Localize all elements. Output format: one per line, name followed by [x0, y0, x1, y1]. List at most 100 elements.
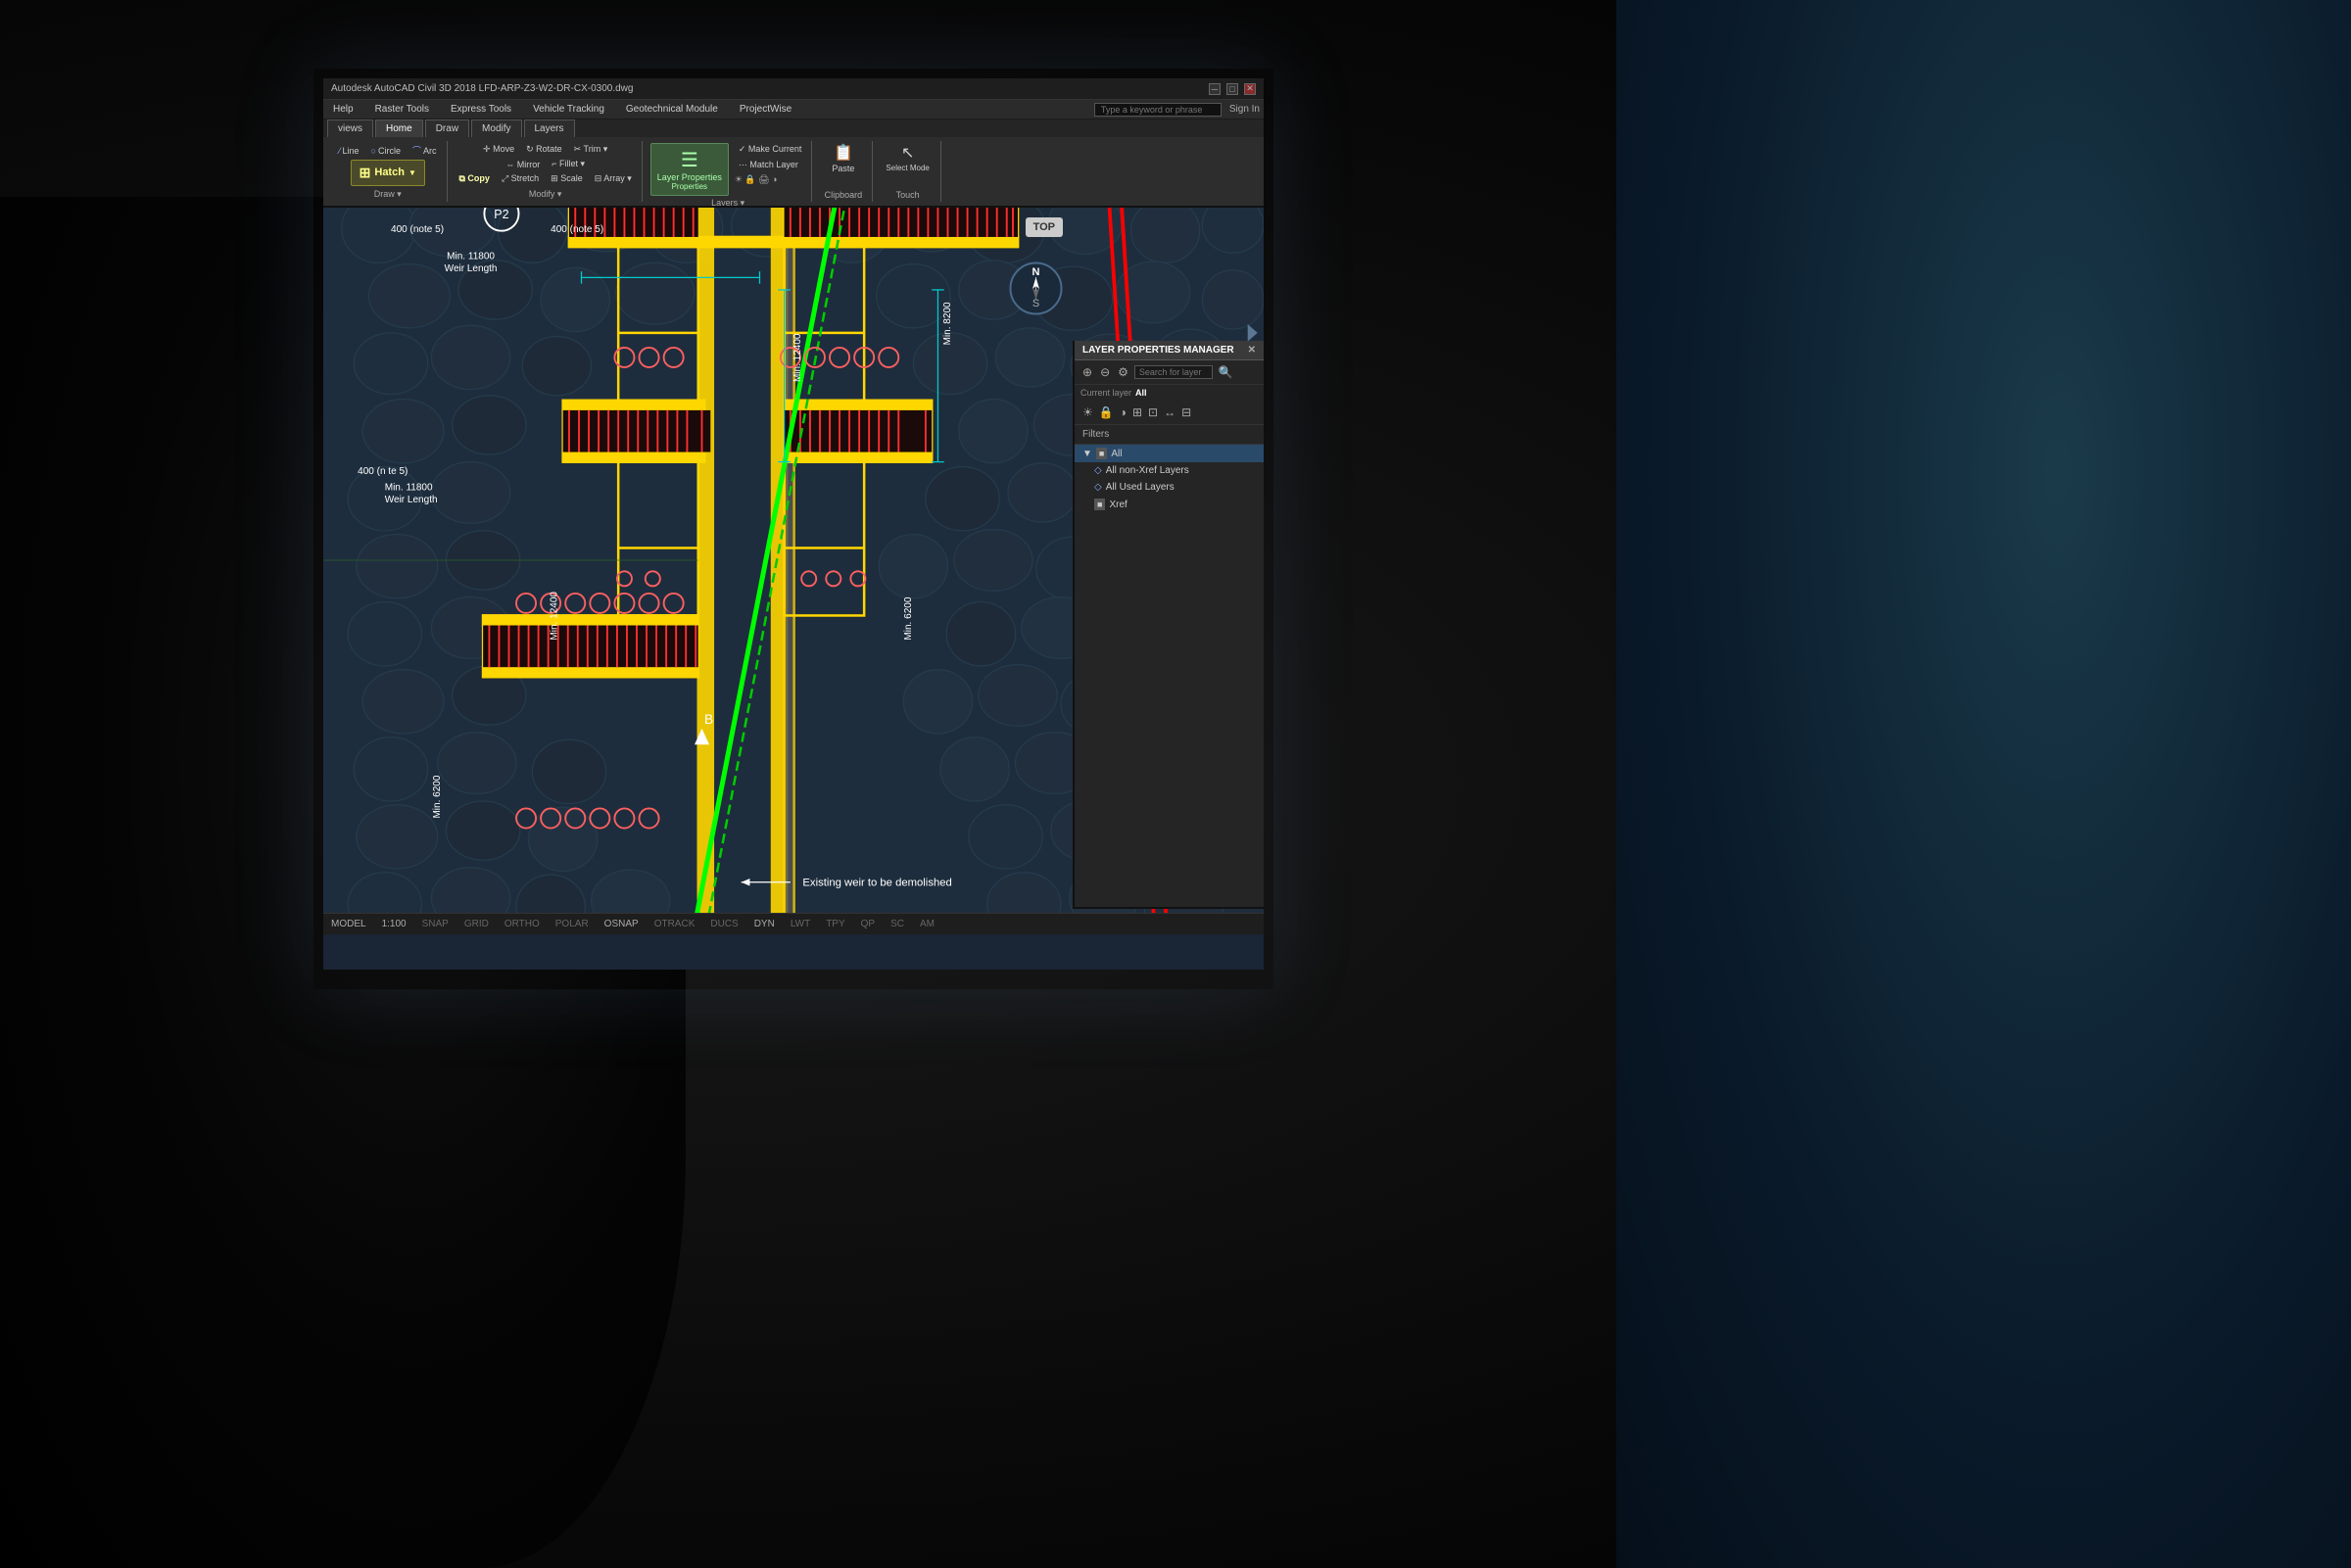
app-title: Autodesk AutoCAD Civil 3D 2018 LFD-ARP-Z…: [331, 83, 633, 94]
layer-delete-btn[interactable]: ⊖: [1098, 364, 1112, 380]
menu-geotechnical[interactable]: Geotechnical Module: [620, 102, 724, 117]
menu-projectwise[interactable]: ProjectWise: [734, 102, 797, 117]
fillet-button[interactable]: ⌐ Fillet ▾: [548, 158, 589, 170]
menu-express-tools[interactable]: Express Tools: [445, 102, 517, 117]
svg-text:P2: P2: [494, 208, 508, 221]
select-mode-button[interactable]: ↖ Select Mode: [881, 143, 934, 175]
lp-icon-2[interactable]: 🔒: [1097, 404, 1116, 420]
svg-text:Min. 12400: Min. 12400: [549, 592, 559, 641]
status-grid[interactable]: GRID: [464, 919, 489, 929]
modify-row-1: ✛ Move ↻ Rotate ✂ Trim ▾: [479, 143, 611, 156]
tab-modify[interactable]: Modify: [471, 119, 521, 137]
hatch-button[interactable]: ⊞ Hatch ▼: [351, 160, 425, 186]
status-am[interactable]: AM: [920, 919, 935, 929]
status-dyn[interactable]: DYN: [754, 919, 775, 929]
status-qp[interactable]: QP: [861, 919, 875, 929]
svg-text:Min. 12400: Min. 12400: [792, 333, 803, 382]
lp-icon-1[interactable]: ☀: [1080, 404, 1095, 420]
circle-button[interactable]: ○ Circle: [367, 145, 405, 157]
status-snap[interactable]: SNAP: [422, 919, 449, 929]
svg-text:Min. 11800: Min. 11800: [385, 482, 433, 493]
layer-properties-button[interactable]: ☰ Layer Properties Properties: [650, 143, 729, 196]
sign-in-label[interactable]: Sign In: [1229, 104, 1260, 115]
status-sc[interactable]: SC: [890, 919, 904, 929]
rotate-button[interactable]: ↻ Rotate: [522, 143, 566, 156]
status-tpy[interactable]: TPY: [826, 919, 844, 929]
status-ducs[interactable]: DUCS: [710, 919, 738, 929]
lp-icon-7[interactable]: ⊟: [1179, 404, 1193, 420]
move-button[interactable]: ✛ Move: [479, 143, 518, 156]
current-layer-bar: Current layer All: [1075, 385, 1264, 401]
layer-icons: ☀ 🔒 🖨 ◑: [735, 174, 778, 185]
layer-expand-icon: ▼: [1082, 449, 1092, 459]
svg-text:Existing weir to be demolished: Existing weir to be demolished: [802, 878, 951, 889]
lp-icon-6[interactable]: ↔: [1162, 404, 1177, 420]
status-lwt[interactable]: LWT: [791, 919, 810, 929]
layer-tree-xref[interactable]: ■ Xref: [1075, 496, 1264, 513]
layers-group-label: Layers ▾: [711, 198, 744, 208]
layer-new-btn[interactable]: ⊕: [1080, 364, 1094, 380]
layer-all-label: All: [1111, 449, 1122, 459]
tab-draw[interactable]: Draw: [425, 119, 469, 137]
array-button[interactable]: ⊟ Array ▾: [591, 172, 636, 185]
lp-icon-4[interactable]: ⊞: [1130, 404, 1144, 420]
status-model[interactable]: MODEL: [331, 919, 366, 929]
paste-button[interactable]: 📋 Paste: [826, 143, 861, 176]
modify-row-3: ⧉ Copy ⤢ Stretch ⊞ Scale ⊟ Array ▾: [456, 172, 636, 185]
svg-text:400 (note 5): 400 (note 5): [391, 224, 444, 235]
layer-panel-title: LAYER PROPERTIES MANAGER ✕: [1075, 341, 1264, 360]
stretch-button[interactable]: ⤢ Stretch: [498, 172, 543, 185]
svg-text:Min. 6200: Min. 6200: [432, 775, 443, 818]
ribbon-group-touch: ↖ Select Mode Touch: [875, 141, 940, 202]
tab-views[interactable]: views: [327, 119, 373, 137]
svg-text:Weir Length: Weir Length: [445, 263, 498, 274]
mirror-button[interactable]: ⇔ Mirror: [502, 159, 544, 170]
status-ortho[interactable]: ORTHO: [504, 919, 540, 929]
arc-button[interactable]: ⌒ Arc: [408, 143, 441, 158]
status-scale[interactable]: 1:100: [382, 919, 407, 929]
modify-row-2: ⇔ Mirror ⌐ Fillet ▾: [502, 158, 589, 170]
svg-text:B: B: [704, 712, 713, 727]
layer-non-xref-label: All non-Xref Layers: [1106, 465, 1189, 476]
right-background-area: [1616, 0, 2351, 1568]
minimize-button[interactable]: ─: [1209, 83, 1221, 95]
tab-home[interactable]: Home: [375, 119, 423, 137]
svg-text:Min. 8200: Min. 8200: [942, 302, 953, 345]
status-otrack[interactable]: OTRACK: [654, 919, 696, 929]
svg-text:Min. 6200: Min. 6200: [903, 596, 914, 640]
clipboard-group-label: Clipboard: [825, 190, 863, 200]
layer-settings-btn[interactable]: ⚙: [1116, 364, 1130, 380]
layer-tree-all[interactable]: ▼ ■ All: [1075, 445, 1264, 462]
lp-icon-5[interactable]: ⊡: [1146, 404, 1160, 420]
line-button[interactable]: ⁄ Line: [335, 145, 363, 157]
layer-search-input[interactable]: [1134, 365, 1213, 379]
keyword-search[interactable]: [1094, 103, 1222, 117]
status-osnap[interactable]: OSNAP: [604, 919, 639, 929]
menu-help[interactable]: Help: [327, 102, 360, 117]
scale-button[interactable]: ⊞ Scale: [547, 172, 587, 185]
layer-used-label: All Used Layers: [1106, 482, 1175, 493]
lp-icon-3[interactable]: ◑: [1118, 404, 1128, 420]
status-polar[interactable]: POLAR: [555, 919, 589, 929]
trim-button[interactable]: ✂ Trim ▾: [570, 143, 612, 156]
layer-tree-used[interactable]: ◇ All Used Layers: [1075, 479, 1264, 496]
ribbon-group-draw: ⁄ Line ○ Circle ⌒ Arc ⊞ Hatch ▼ Draw ▾: [329, 141, 448, 202]
layer-xref-label: Xref: [1109, 499, 1127, 510]
layer-search-btn[interactable]: 🔍: [1217, 364, 1235, 380]
maximize-button[interactable]: □: [1226, 83, 1238, 95]
match-layer-button[interactable]: ⋯ Match Layer: [735, 159, 806, 171]
menu-bar: Help Raster Tools Express Tools Vehicle …: [323, 100, 1264, 119]
copy-button[interactable]: ⧉ Copy: [456, 172, 494, 185]
close-button[interactable]: ✕: [1244, 83, 1256, 95]
cad-viewport[interactable]: TOP N S: [323, 208, 1264, 913]
title-bar: Autodesk AutoCAD Civil 3D 2018 LFD-ARP-Z…: [323, 78, 1264, 100]
menu-vehicle-tracking[interactable]: Vehicle Tracking: [527, 102, 610, 117]
layer-status-icon: ■: [1096, 448, 1107, 459]
make-current-button[interactable]: ✓ Make Current: [735, 143, 806, 156]
layer-tree-non-xref[interactable]: ◇ All non-Xref Layers: [1075, 462, 1264, 479]
status-bar: MODEL 1:100 SNAP GRID ORTHO POLAR OSNAP …: [323, 913, 1264, 934]
layer-panel-close[interactable]: ✕: [1248, 345, 1256, 356]
layer-tools-row: ☰ Layer Properties Properties ✓ Make Cur…: [650, 143, 806, 196]
menu-raster-tools[interactable]: Raster Tools: [369, 102, 435, 117]
tab-layers[interactable]: Layers: [524, 119, 575, 137]
